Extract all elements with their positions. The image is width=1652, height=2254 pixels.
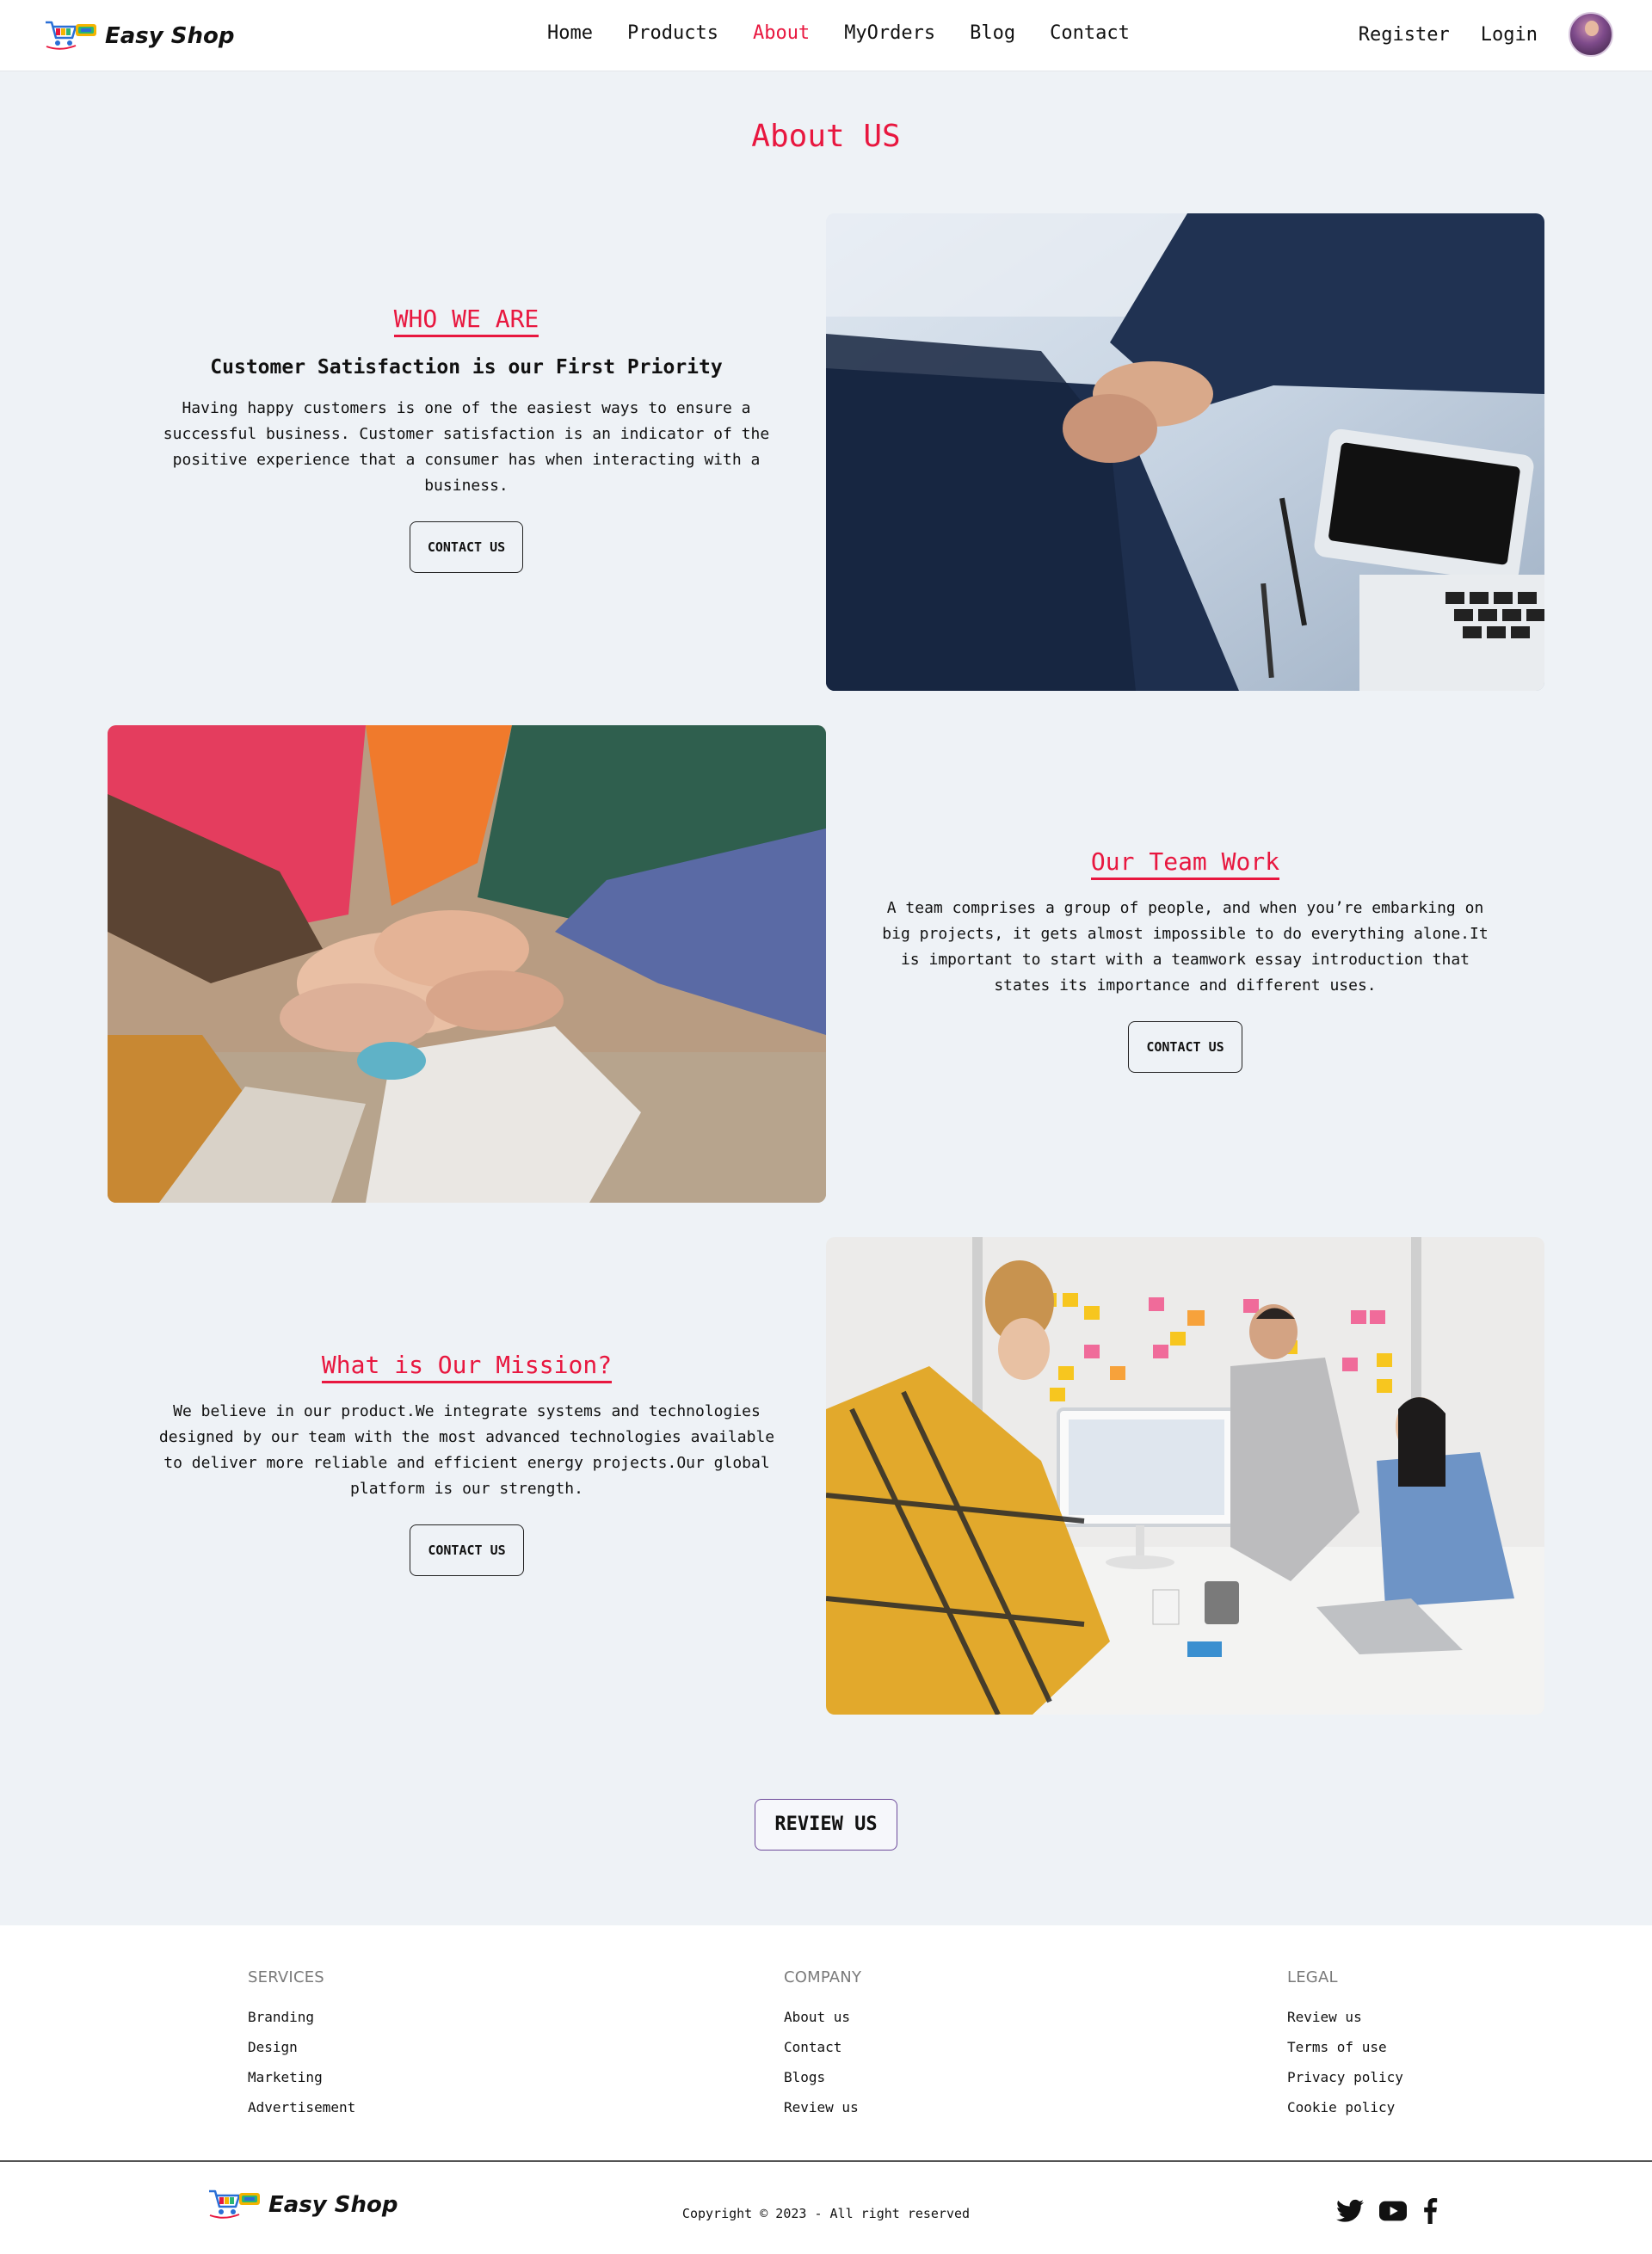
shopping-cart-logo-icon	[43, 17, 98, 55]
youtube-icon[interactable]	[1379, 2201, 1407, 2221]
business-handshake-photo	[826, 213, 1544, 691]
who-we-are-text: Having happy customers is one of the eas…	[163, 399, 770, 495]
team-work-section: Our Team Work A team comprises a group o…	[869, 847, 1501, 1073]
twitter-icon[interactable]	[1336, 2199, 1364, 2223]
register-link[interactable]: Register	[1359, 24, 1450, 46]
who-we-are-subheading: Customer Satisfaction is our First Prior…	[210, 356, 723, 379]
nav-products[interactable]: Products	[627, 22, 718, 44]
user-avatar[interactable]	[1569, 12, 1613, 57]
nav-blog[interactable]: Blog	[970, 22, 1015, 44]
footer-col-title: COMPANY	[784, 1968, 862, 1986]
nav-auth: Register Login	[1359, 12, 1613, 57]
nav-home[interactable]: Home	[547, 22, 593, 44]
login-link[interactable]: Login	[1481, 24, 1538, 46]
office-meeting-photo	[826, 1237, 1544, 1715]
contact-us-button[interactable]: CONTACT US	[410, 1524, 524, 1576]
review-us-button[interactable]: REVIEW US	[755, 1799, 897, 1851]
team-hands-stacked-photo	[108, 725, 826, 1203]
footer-link-marketing[interactable]: Marketing	[248, 2062, 355, 2092]
page-title: About US	[751, 119, 901, 154]
footer-link-cookie[interactable]: Cookie policy	[1287, 2092, 1403, 2122]
footer-link-review[interactable]: Review us	[784, 2092, 861, 2122]
contact-us-button[interactable]: CONTACT US	[1128, 1021, 1242, 1073]
footer-divider	[0, 2160, 1652, 2162]
footer: SERVICES Branding Design Marketing Adver…	[0, 1925, 1652, 2254]
footer-link-advertisement[interactable]: Advertisement	[248, 2092, 355, 2122]
main-nav: Home Products About MyOrders Blog Contac…	[547, 22, 1164, 44]
footer-col-title: SERVICES	[248, 1968, 324, 1986]
footer-link-about[interactable]: About us	[784, 2002, 861, 2032]
who-we-are-section: WHO WE ARE Customer Satisfaction is our …	[155, 305, 778, 573]
nav-contact[interactable]: Contact	[1050, 22, 1130, 44]
team-work-text: A team comprises a group of people, and …	[882, 899, 1489, 995]
brand-name: Easy Shop	[105, 23, 235, 49]
who-we-are-heading: WHO WE ARE	[393, 305, 539, 337]
footer-link-design[interactable]: Design	[248, 2032, 355, 2062]
nav-about[interactable]: About	[753, 22, 810, 44]
footer-link-privacy[interactable]: Privacy policy	[1287, 2062, 1403, 2092]
mission-heading: What is Our Mission?	[321, 1351, 613, 1383]
facebook-icon[interactable]	[1422, 2198, 1438, 2224]
footer-link-blogs[interactable]: Blogs	[784, 2062, 861, 2092]
brand-logo[interactable]: Easy Shop	[43, 19, 235, 53]
team-work-heading: Our Team Work	[1090, 847, 1280, 880]
footer-legal: LEGAL Review us Terms of use Privacy pol…	[1287, 1968, 1403, 2122]
footer-link-terms[interactable]: Terms of use	[1287, 2032, 1403, 2062]
footer-link-review-us[interactable]: Review us	[1287, 2002, 1403, 2032]
footer-link-contact[interactable]: Contact	[784, 2032, 861, 2062]
contact-us-button[interactable]: CONTACT US	[409, 521, 524, 573]
footer-col-title: LEGAL	[1287, 1968, 1338, 1986]
navbar: Easy Shop Home Products About MyOrders B…	[0, 0, 1652, 71]
footer-link-branding[interactable]: Branding	[248, 2002, 355, 2032]
mission-text: We believe in our product.We integrate s…	[158, 1402, 775, 1498]
social-links	[1336, 2198, 1453, 2224]
nav-myorders[interactable]: MyOrders	[844, 22, 935, 44]
footer-company: COMPANY About us Contact Blogs Review us	[784, 1968, 861, 2122]
mission-section: What is Our Mission? We believe in our p…	[151, 1351, 783, 1576]
footer-services: SERVICES Branding Design Marketing Adver…	[248, 1968, 355, 2122]
